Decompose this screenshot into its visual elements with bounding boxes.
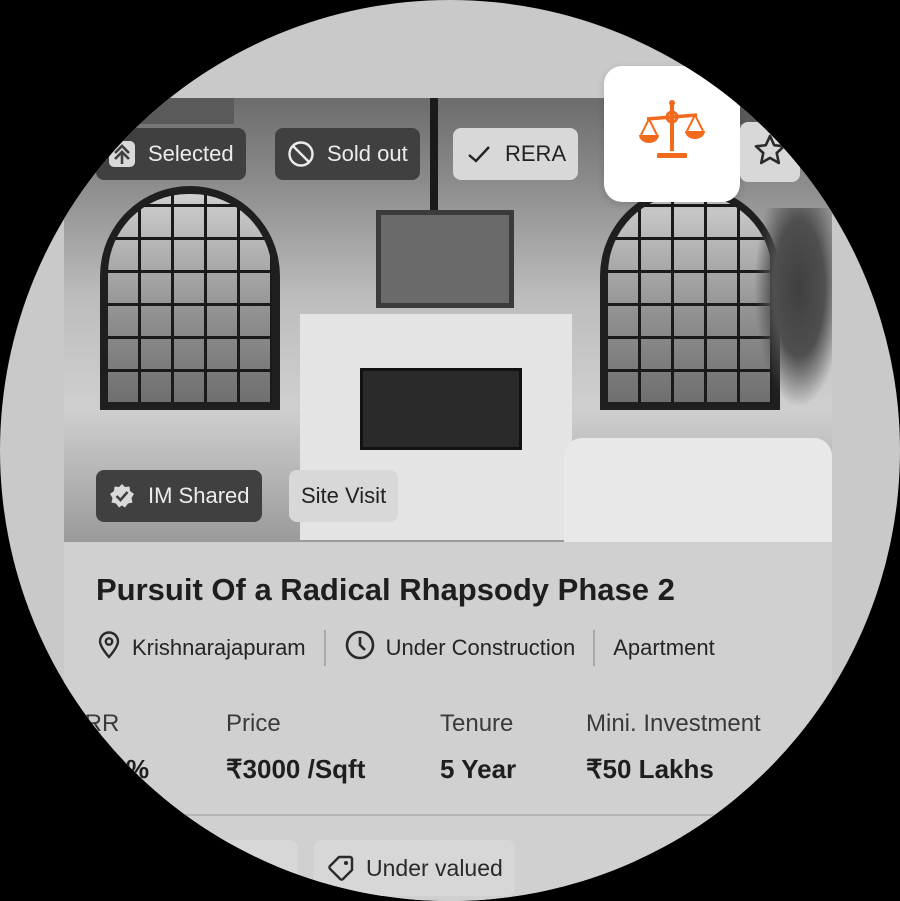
property-title[interactable]: Pursuit Of a Radical Rhapsody Phase 2: [96, 572, 675, 608]
arched-window-left: [100, 186, 280, 410]
selected-arrow-icon: [108, 140, 136, 168]
selected-label: Selected: [148, 141, 234, 166]
plant: [754, 208, 832, 408]
wall-frame: [376, 210, 514, 308]
investment-label: Mini. Investment: [586, 710, 761, 737]
arched-window-right: [600, 186, 780, 410]
irr-value: %: [126, 754, 150, 784]
rera-label: RERA: [505, 141, 567, 166]
site-visit-label: Site Visit: [301, 483, 387, 508]
irr-label: IRR: [78, 710, 120, 737]
sold-out-badge[interactable]: Sold out: [275, 128, 420, 180]
location: Krishnarajapuram: [96, 631, 306, 665]
clock-icon: [344, 629, 386, 667]
ceiling-mount: [430, 98, 438, 210]
check-icon: [465, 140, 493, 168]
tenure-value: 5 Year: [440, 754, 517, 784]
spotlight-circle: Selected Sold out RERA IM Shared Site Vi…: [0, 0, 900, 901]
status-label: Under Construction: [385, 635, 576, 660]
investment-value: ₹50 Lakhs: [586, 754, 714, 784]
im-shared-label: IM Shared: [148, 483, 250, 508]
block-icon: [287, 140, 315, 168]
location-pin-icon: [96, 631, 132, 665]
sold-out-label: Sold out: [327, 141, 408, 166]
ceiling-beam: [104, 98, 234, 124]
sofa: [564, 438, 832, 542]
rera-badge[interactable]: RERA: [453, 128, 579, 180]
price-label: Price: [226, 710, 281, 737]
selected-badge[interactable]: Selected: [96, 128, 246, 180]
star-icon: [753, 133, 787, 172]
fireplace: [360, 368, 522, 450]
verified-badge-icon: [108, 482, 136, 510]
im-shared-badge[interactable]: IM Shared: [96, 470, 262, 522]
property-type: Apartment: [613, 635, 715, 661]
stats-divider: [64, 814, 832, 816]
compare-button[interactable]: [604, 66, 740, 202]
tag-icon: [326, 853, 356, 883]
location-label: Krishnarajapuram: [132, 635, 306, 660]
meta-separator: [593, 630, 596, 666]
site-visit-badge[interactable]: Site Visit: [289, 470, 399, 522]
favorite-button[interactable]: [740, 122, 800, 182]
tag-chip[interactable]: [180, 840, 298, 896]
price-value: ₹3000 /Sqft: [226, 754, 366, 784]
under-valued-label: Under valued: [366, 854, 503, 881]
type-label: Apartment: [613, 635, 715, 660]
tenure-label: Tenure: [440, 710, 514, 737]
construction-status: Under Construction: [344, 629, 576, 667]
scale-icon: [637, 97, 707, 172]
under-valued-tag[interactable]: Under valued: [314, 840, 515, 896]
meta-separator: [323, 630, 326, 666]
property-meta: Krishnarajapuram Under Construction Apar…: [96, 628, 715, 668]
